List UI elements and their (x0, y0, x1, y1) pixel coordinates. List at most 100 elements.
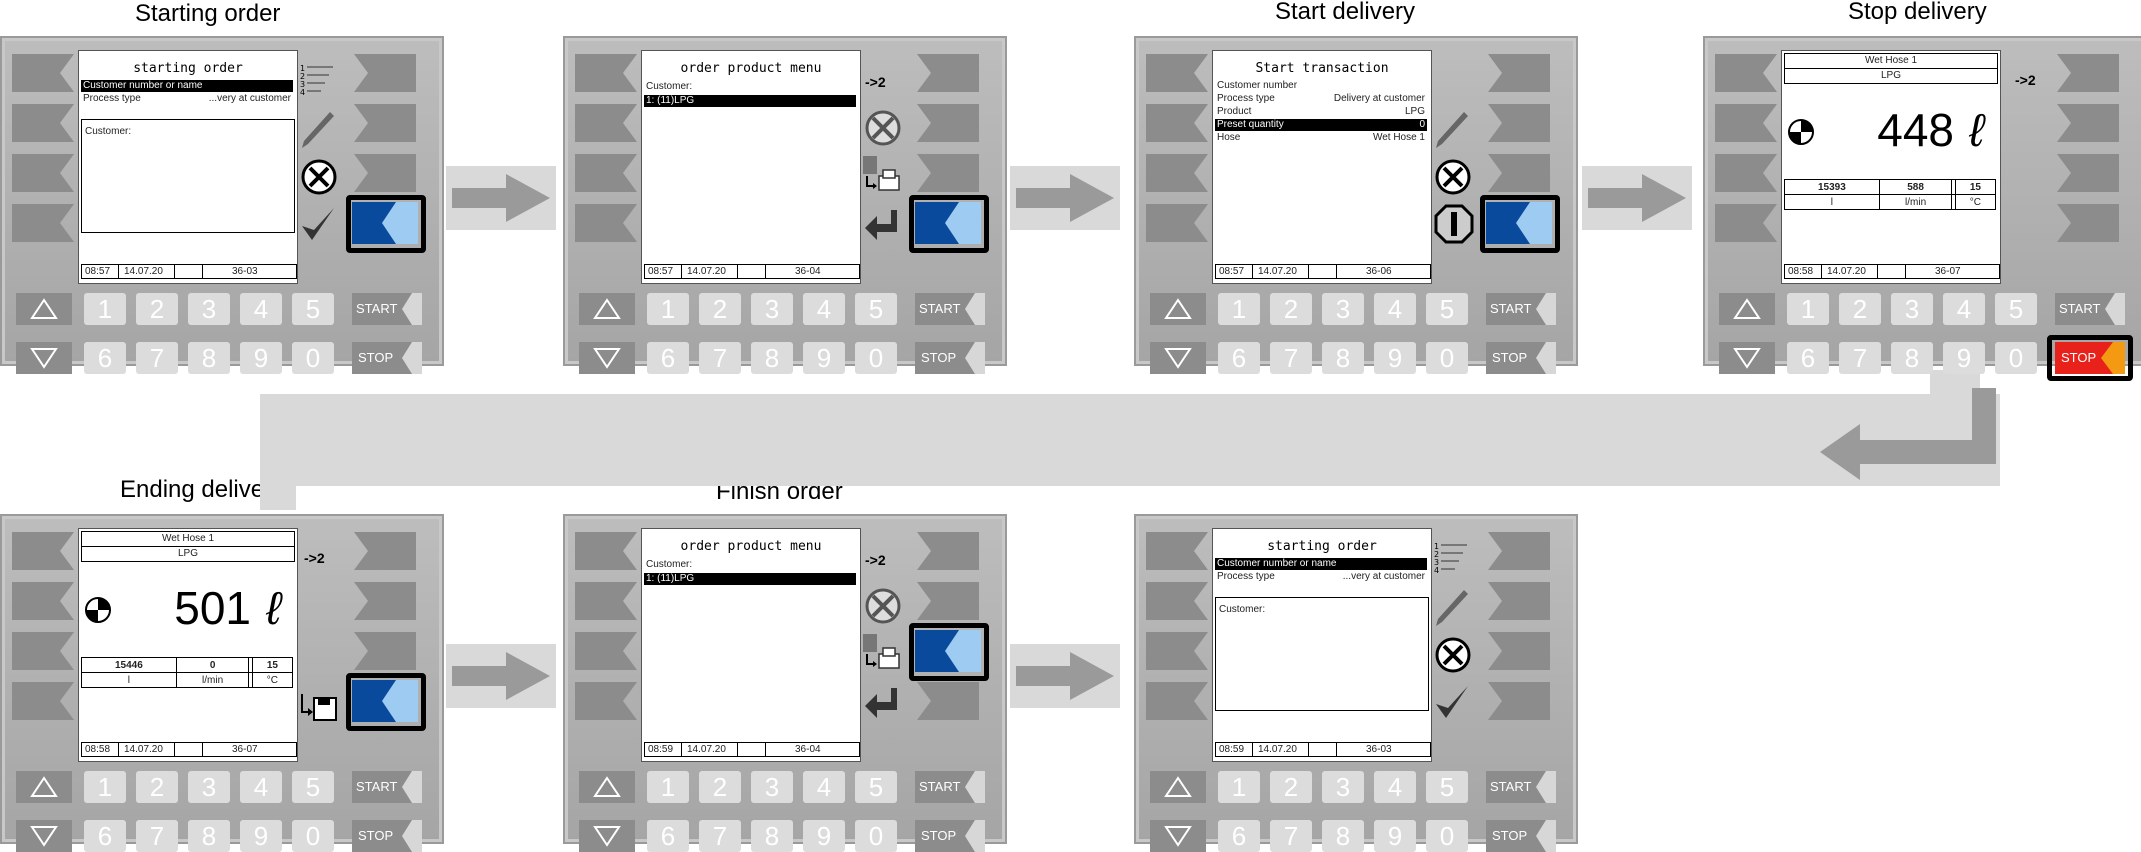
right-softkey-4[interactable] (915, 680, 981, 722)
right-softkey-1[interactable] (1486, 530, 1552, 572)
up-arrow-key[interactable] (16, 771, 72, 803)
left-softkey-1[interactable] (1713, 52, 1779, 94)
menu-row-process-type[interactable]: Process type ...very at customer (1215, 571, 1427, 583)
left-softkey-3[interactable] (573, 630, 639, 672)
number-key-5[interactable]: 5 (1426, 293, 1468, 325)
number-key-7[interactable]: 7 (1270, 820, 1312, 852)
left-softkey-3[interactable] (573, 152, 639, 194)
left-softkey-3[interactable] (1144, 630, 1210, 672)
number-key-6[interactable]: 6 (1218, 820, 1260, 852)
number-key-3[interactable]: 3 (1322, 771, 1364, 803)
number-key-7[interactable]: 7 (136, 342, 178, 374)
number-key-3[interactable]: 3 (188, 771, 230, 803)
number-key-1[interactable]: 1 (1787, 293, 1829, 325)
menu-row-customer[interactable]: Customer number or name (81, 80, 293, 92)
left-softkey-3[interactable] (10, 630, 76, 672)
number-key-2[interactable]: 2 (1839, 293, 1881, 325)
number-key-1[interactable]: 1 (84, 771, 126, 803)
number-key-9[interactable]: 9 (803, 820, 845, 852)
number-key-4[interactable]: 4 (803, 293, 845, 325)
number-key-7[interactable]: 7 (136, 820, 178, 852)
right-softkey-2[interactable] (2055, 102, 2121, 144)
left-softkey-4[interactable] (1144, 680, 1210, 722)
number-key-5[interactable]: 5 (855, 293, 897, 325)
right-softkey-2[interactable] (1486, 102, 1552, 144)
right-softkey-2[interactable] (915, 102, 981, 144)
left-softkey-2[interactable] (1713, 102, 1779, 144)
right-softkey-1[interactable] (1486, 52, 1552, 94)
number-key-4[interactable]: 4 (1374, 771, 1416, 803)
right-softkey-3[interactable] (915, 152, 981, 194)
right-softkey-1[interactable] (352, 530, 418, 572)
number-key-2[interactable]: 2 (1270, 293, 1312, 325)
left-softkey-3[interactable] (1713, 152, 1779, 194)
stop-key[interactable]: STOP (915, 342, 985, 374)
number-key-0[interactable]: 0 (855, 342, 897, 374)
number-key-0[interactable]: 0 (292, 342, 334, 374)
number-key-5[interactable]: 5 (1995, 293, 2037, 325)
down-arrow-key[interactable] (1150, 820, 1206, 852)
number-key-6[interactable]: 6 (1218, 342, 1260, 374)
number-key-9[interactable]: 9 (1943, 342, 1985, 374)
down-arrow-key[interactable] (16, 820, 72, 852)
number-key-6[interactable]: 6 (647, 820, 689, 852)
right-softkey-1[interactable] (352, 52, 418, 94)
number-key-5[interactable]: 5 (292, 293, 334, 325)
number-key-9[interactable]: 9 (1374, 342, 1416, 374)
right-softkey-3[interactable] (352, 152, 418, 194)
number-key-9[interactable]: 9 (240, 342, 282, 374)
number-key-7[interactable]: 7 (699, 820, 741, 852)
number-key-7[interactable]: 7 (1270, 342, 1312, 374)
start-key[interactable]: START (352, 771, 422, 803)
number-key-1[interactable]: 1 (647, 293, 689, 325)
right-softkey-3[interactable] (1486, 152, 1552, 194)
start-key[interactable]: START (1486, 771, 1556, 803)
stop-key[interactable]: STOP (1486, 820, 1556, 852)
number-key-2[interactable]: 2 (699, 293, 741, 325)
down-arrow-key[interactable] (1719, 342, 1775, 374)
number-key-0[interactable]: 0 (1426, 820, 1468, 852)
left-softkey-4[interactable] (573, 680, 639, 722)
start-key[interactable]: START (1486, 293, 1556, 325)
number-key-3[interactable]: 3 (1891, 293, 1933, 325)
number-key-0[interactable]: 0 (1995, 342, 2037, 374)
right-softkey-3[interactable] (352, 630, 418, 672)
left-softkey-4[interactable] (10, 680, 76, 722)
right-softkey-1[interactable] (2055, 52, 2121, 94)
right-softkey-2[interactable] (352, 102, 418, 144)
number-key-8[interactable]: 8 (1891, 342, 1933, 374)
number-key-8[interactable]: 8 (751, 820, 793, 852)
number-key-8[interactable]: 8 (188, 820, 230, 852)
left-softkey-1[interactable] (1144, 530, 1210, 572)
left-softkey-2[interactable] (1144, 102, 1210, 144)
left-softkey-1[interactable] (573, 530, 639, 572)
start-key[interactable]: START (352, 293, 422, 325)
product-list-item[interactable]: 1: (11)LPG (644, 95, 856, 107)
number-key-3[interactable]: 3 (188, 293, 230, 325)
start-key[interactable]: START (2055, 293, 2125, 325)
number-key-2[interactable]: 2 (136, 293, 178, 325)
down-arrow-key[interactable] (16, 342, 72, 374)
up-arrow-key[interactable] (1719, 293, 1775, 325)
right-softkey-3[interactable] (1486, 630, 1552, 672)
number-key-2[interactable]: 2 (136, 771, 178, 803)
number-key-9[interactable]: 9 (240, 820, 282, 852)
number-key-1[interactable]: 1 (1218, 771, 1260, 803)
left-softkey-4[interactable] (1144, 202, 1210, 244)
up-arrow-key[interactable] (1150, 293, 1206, 325)
menu-row-customer[interactable]: Customer number or name (1215, 558, 1427, 570)
number-key-8[interactable]: 8 (1322, 342, 1364, 374)
number-key-5[interactable]: 5 (292, 771, 334, 803)
number-key-4[interactable]: 4 (1943, 293, 1985, 325)
number-key-4[interactable]: 4 (1374, 293, 1416, 325)
start-key[interactable]: START (915, 293, 985, 325)
number-key-4[interactable]: 4 (240, 293, 282, 325)
number-key-2[interactable]: 2 (699, 771, 741, 803)
number-key-5[interactable]: 5 (1426, 771, 1468, 803)
field-process-type[interactable]: Process type Delivery at customer (1215, 93, 1427, 105)
number-key-1[interactable]: 1 (647, 771, 689, 803)
left-softkey-1[interactable] (10, 530, 76, 572)
number-key-0[interactable]: 0 (1426, 342, 1468, 374)
number-key-1[interactable]: 1 (1218, 293, 1260, 325)
number-key-0[interactable]: 0 (855, 820, 897, 852)
